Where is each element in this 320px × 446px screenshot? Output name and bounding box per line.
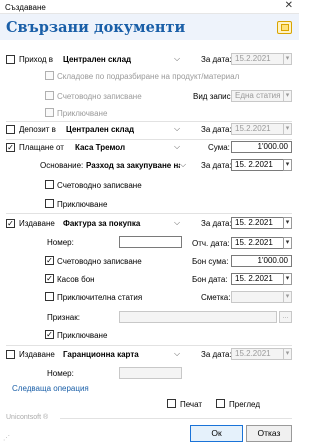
prihod-closing-checkbox[interactable] xyxy=(45,108,54,117)
invoice-chevron-icon[interactable]: ⌵ xyxy=(174,218,180,228)
ok-button[interactable]: Ок xyxy=(190,425,243,442)
invoice-bon-date-dropdown-icon[interactable]: ▾ xyxy=(283,273,292,285)
invoice-otch-date-field[interactable]: 15. 2.2021 xyxy=(231,237,285,249)
warranty-chevron-icon[interactable]: ⌵ xyxy=(174,349,180,359)
prihod-default-warehouse-label: Складове по подразбиране на продукт/мате… xyxy=(57,72,240,81)
invoice-smetka-label: Сметка: xyxy=(201,293,231,302)
payment-closing-label: Приключване xyxy=(57,200,108,209)
invoice-priznak-field[interactable] xyxy=(119,311,277,323)
deposit-target[interactable]: Централен склад xyxy=(66,125,134,134)
preview-checkbox[interactable] xyxy=(216,399,225,408)
prihod-chevron-icon[interactable]: ⌵ xyxy=(174,54,180,64)
invoice-priznak-browse-button[interactable]: ... xyxy=(279,311,292,323)
prihod-closing-label: Приключване xyxy=(57,109,108,118)
invoice-kasov-bon-checkbox[interactable]: ✓ xyxy=(45,274,54,283)
invoice-nomer-label: Номер: xyxy=(47,238,74,247)
invoice-otch-date-dropdown-icon[interactable]: ▾ xyxy=(283,237,292,249)
payment-osnovanie-value[interactable]: Разход за закупуване на с xyxy=(86,161,180,170)
payment-accounting-label: Счетоводно записване xyxy=(57,181,142,190)
invoice-date-field[interactable]: 15. 2.2021 xyxy=(231,217,285,229)
invoice-bon-suma-label: Бон сума: xyxy=(192,257,229,266)
prihod-vid-label: Вид запис: xyxy=(193,92,233,101)
footer-divider xyxy=(60,418,292,419)
invoice-smetka-dropdown-icon[interactable]: ▾ xyxy=(283,291,292,303)
prihod-date-dropdown-icon[interactable]: ▾ xyxy=(283,53,292,65)
invoice-bon-date-field[interactable]: 15. 2.2021 xyxy=(231,273,285,285)
deposit-date-label: За дата: xyxy=(201,125,232,134)
payment-suma-field[interactable]: 1'000.00 xyxy=(231,141,292,153)
payment-closing-checkbox[interactable] xyxy=(45,199,54,208)
prihod-target[interactable]: Централен склад xyxy=(63,55,131,64)
payment-target[interactable]: Каса Тремол xyxy=(75,143,125,152)
deposit-checkbox[interactable] xyxy=(6,125,15,134)
window-title: Създаване xyxy=(5,3,46,12)
invoice-target[interactable]: Фактура за покупка xyxy=(63,219,140,228)
prihod-accounting-checkbox[interactable] xyxy=(45,91,54,100)
deposit-date-field[interactable]: 15.2.2021 xyxy=(231,123,285,135)
payment-checkbox[interactable]: ✓ xyxy=(6,143,15,152)
invoice-otch-label: Отч. дата: xyxy=(192,239,230,248)
brand-label: Unicontsoft ® xyxy=(6,414,49,421)
payment-osnovanie-chevron-icon[interactable]: ⌵ xyxy=(180,160,186,170)
prihod-checkbox[interactable] xyxy=(6,55,15,64)
invoice-closing-label: Приключване xyxy=(57,331,108,340)
invoice-label: Издаване xyxy=(19,219,55,228)
page-title: Свързани документи xyxy=(6,19,186,36)
divider xyxy=(6,345,292,346)
resize-grip-icon[interactable]: ⋰ xyxy=(3,434,10,442)
invoice-bon-date-label: Бон дата: xyxy=(192,275,228,284)
payment-date-label: За дата: xyxy=(201,161,232,170)
payment-suma-label: Сума: xyxy=(208,143,230,152)
payment-osnovanie-label: Основание: xyxy=(40,161,84,170)
invoice-date-label: За дата: xyxy=(201,219,232,228)
warranty-date-dropdown-icon[interactable]: ▾ xyxy=(283,348,292,360)
prihod-vid-dropdown-icon[interactable]: ▾ xyxy=(283,90,292,102)
warranty-nomer-field[interactable] xyxy=(119,367,182,379)
warranty-label: Издаване xyxy=(19,350,55,359)
close-icon[interactable]: ✕ xyxy=(285,0,293,11)
invoice-bon-suma-field[interactable]: 1'000.00 xyxy=(231,255,292,267)
prihod-date-label: За дата: xyxy=(201,55,232,64)
prihod-date-field[interactable]: 15.2.2021 xyxy=(231,53,285,65)
payment-date-field[interactable]: 15. 2.2021 xyxy=(231,159,285,171)
next-operation-link[interactable]: Следваща операция xyxy=(12,384,89,393)
warranty-nomer-label: Номер: xyxy=(47,369,74,378)
app-logo-icon xyxy=(277,21,292,34)
invoice-accounting-label: Счетоводно записване xyxy=(57,257,142,266)
deposit-chevron-icon[interactable]: ⌵ xyxy=(174,124,180,134)
divider xyxy=(6,139,292,140)
invoice-closing-checkbox[interactable]: ✓ xyxy=(45,330,54,339)
invoice-accounting-checkbox[interactable]: ✓ xyxy=(45,256,54,265)
divider xyxy=(6,213,292,214)
warranty-date-field[interactable]: 15.2.2021 xyxy=(231,348,285,360)
prihod-default-warehouse-checkbox[interactable] xyxy=(45,71,54,80)
cancel-button[interactable]: Отказ xyxy=(246,425,292,442)
warranty-target[interactable]: Гаранционна карта xyxy=(63,350,139,359)
payment-label: Плащане от xyxy=(19,143,64,152)
print-label: Печат xyxy=(180,400,203,409)
prihod-accounting-label: Счетоводно записване xyxy=(57,92,142,101)
invoice-date-dropdown-icon[interactable]: ▾ xyxy=(283,217,292,229)
payment-date-dropdown-icon[interactable]: ▾ xyxy=(283,159,292,171)
prihod-label: Приход в xyxy=(19,55,53,64)
payment-accounting-checkbox[interactable] xyxy=(45,180,54,189)
invoice-smetka-field[interactable] xyxy=(231,291,285,303)
invoice-closing-article-checkbox[interactable] xyxy=(45,292,54,301)
warranty-date-label: За дата: xyxy=(201,350,232,359)
invoice-kasov-bon-label: Касов бон xyxy=(57,275,95,284)
invoice-nomer-field[interactable] xyxy=(119,236,182,248)
prihod-vid-select[interactable]: Една статия xyxy=(231,90,285,102)
invoice-priznak-label: Признак: xyxy=(47,313,80,322)
deposit-date-dropdown-icon[interactable]: ▾ xyxy=(283,123,292,135)
warranty-checkbox[interactable] xyxy=(6,350,15,359)
preview-label: Преглед xyxy=(229,400,260,409)
divider xyxy=(6,121,292,122)
print-checkbox[interactable] xyxy=(167,399,176,408)
payment-chevron-icon[interactable]: ⌵ xyxy=(174,142,180,152)
deposit-label: Депозит в xyxy=(19,125,56,134)
invoice-closing-article-label: Приключителна статия xyxy=(57,293,143,302)
invoice-checkbox[interactable]: ✓ xyxy=(6,219,15,228)
